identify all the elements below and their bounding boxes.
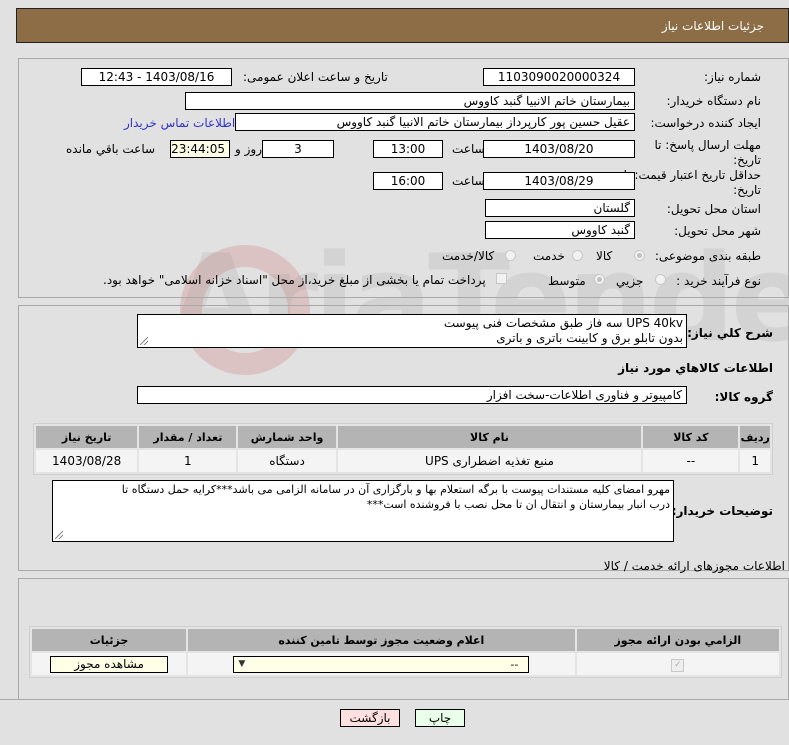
price-validity-time-label: ساعت [452,174,485,188]
reply-deadline-label: مهلت ارسال پاسخ: تا تاریخ: [654,138,761,167]
category-option-goods-service: کالا/خدمت [442,249,495,263]
cell-name: منبع تغذیه اضطراری UPS [337,450,642,472]
purchase-type-label: نوع فرآیند خرید : [676,274,761,288]
permits-table: الزامي بودن ارائه مجوز اعلام وضعیت مجوز … [29,626,782,678]
category-label: طبقه بندی موضوعی: [654,249,761,263]
col-code: کد کالا [643,426,739,448]
goods-table-header: رديف کد کالا نام کالا واحد شمارش تعداد /… [36,426,770,448]
cell-permit-details: مشاهده مجوز [32,653,187,675]
description-line-1: UPS 40kv سه فاز طبق مشخصات فنی پیوست [443,316,683,330]
col-unit: واحد شمارش [238,426,336,448]
permits-table-header: الزامي بودن ارائه مجوز اعلام وضعیت مجوز … [32,629,779,651]
print-button[interactable]: چاپ [415,709,465,727]
col-name: نام کالا [337,426,642,448]
requester-field: عقیل حسین پور کارپرداز بیمارستان خاتم ال… [235,113,635,131]
need-number-field: 1103090020000324 [483,68,635,86]
buyer-notes-label: توضیحات خریدار: [671,504,773,518]
description-textarea[interactable]: UPS 40kv سه فاز طبق مشخصات فنی پیوست بدو… [137,314,687,348]
remaining-time-label: ساعت باقي مانده [66,142,156,156]
reply-deadline-time-label: ساعت [452,142,485,156]
purchase-type-option-medium: متوسط [548,274,586,288]
table-row: ✓ -- ▼ مشاهده مجوز [32,653,779,675]
col-permit-status: اعلام وضعیت مجوز توسط تامین کننده [188,629,575,651]
goods-group-field: کامپیوتر و فناوری اطلاعات-سخت افزار [137,386,687,404]
category-option-goods: کالا [596,249,613,263]
col-index: رديف [740,426,770,448]
page-title: جزئیات اطلاعات نیاز [661,19,764,33]
remaining-days-label: روز و [235,142,262,156]
purchase-type-radio-medium[interactable] [594,274,605,285]
price-validity-time-field: 16:00 [373,172,443,190]
cell-permit-required: ✓ [576,653,779,675]
remaining-days-field: 3 [262,140,334,158]
permit-status-value: -- [510,657,519,671]
cell-date: 1403/08/28 [36,450,138,472]
cell-unit: دستگاه [238,450,336,472]
resize-grip-icon[interactable] [55,531,63,539]
reply-deadline-time-field: 13:00 [373,140,443,158]
permits-section-title: اطلاعات مجوزهای ارائه خدمت / کالا [603,559,785,573]
cell-index: 1 [740,450,770,472]
table-row: 1 -- منبع تغذیه اضطراری UPS دستگاه 1 140… [36,450,770,472]
permit-status-select[interactable]: -- ▼ [233,655,530,673]
announce-datetime-field: 1403/08/16 - 12:43 [81,68,232,86]
cell-permit-status: -- ▼ [188,653,575,675]
col-date: تاریخ نیاز [36,426,138,448]
permit-required-checkbox[interactable]: ✓ [671,659,685,672]
buyer-notes-line-1: مهرو امضای کلیه مستندات پیوست با برگه اس… [121,483,670,496]
buyer-contact-link[interactable]: اطلاعات تماس خریدار [124,116,235,130]
page-header: جزئیات اطلاعات نیاز [16,8,789,43]
reply-deadline-date-field: 1403/08/20 [483,140,635,158]
goods-table: رديف کد کالا نام کالا واحد شمارش تعداد /… [33,423,773,475]
buyer-org-label: نام دستگاه خریدار: [666,94,762,108]
description-label: شرح کلي نياز: [687,326,773,340]
category-radio-goods[interactable] [634,250,645,261]
chevron-down-icon: ▼ [238,658,246,669]
purchase-type-option-minor: جزیي [616,274,644,288]
buyer-org-field: بیمارستان خاتم الانبیا گنبد کاووس [185,92,635,110]
col-permit-required: الزامي بودن ارائه مجوز [576,629,779,651]
goods-section-title: اطلاعات کالاهاي مورد نياز [618,361,773,375]
requester-label: ایجاد کننده درخواست: [650,116,761,130]
province-field: گلستان [485,199,635,217]
category-option-service: خدمت [533,249,565,263]
resize-grip-icon[interactable] [140,337,148,345]
back-button[interactable]: بازگشت [340,709,400,727]
treasury-checkbox[interactable] [496,273,507,284]
city-field: گنبد کاووس [485,221,635,239]
col-qty: تعداد / مقدار [139,426,237,448]
treasury-checkbox-label: پرداخت تمام یا بخشی از مبلغ خرید،از محل … [103,273,486,287]
description-line-2: بدون تابلو برق و کابینت باتری و باتری [496,331,683,345]
col-permit-details: جزئیات [32,629,187,651]
cell-qty: 1 [139,450,237,472]
category-radio-goods-service[interactable] [505,250,516,261]
view-permit-button[interactable]: مشاهده مجوز [50,655,169,673]
category-radio-service[interactable] [572,250,583,261]
bottom-divider [0,699,789,700]
goods-group-label: گروه کالا: [714,390,773,404]
purchase-type-radio-minor[interactable] [655,274,666,285]
price-validity-date-field: 1403/08/29 [483,172,635,190]
buyer-notes-line-2: درب انبار بیمارستان و انتقال ان تا محل ن… [366,498,670,511]
announce-datetime-label: تاریخ و ساعت اعلان عمومی: [243,70,388,84]
remaining-time-field: 23:44:05 [170,140,230,158]
city-label: شهر محل تحویل: [674,224,761,238]
buyer-notes-textarea[interactable]: مهرو امضای کلیه مستندات پیوست با برگه اس… [52,480,674,542]
cell-code: -- [643,450,739,472]
need-number-label: شماره نیاز: [704,70,761,84]
province-label: استان محل تحویل: [666,202,761,216]
